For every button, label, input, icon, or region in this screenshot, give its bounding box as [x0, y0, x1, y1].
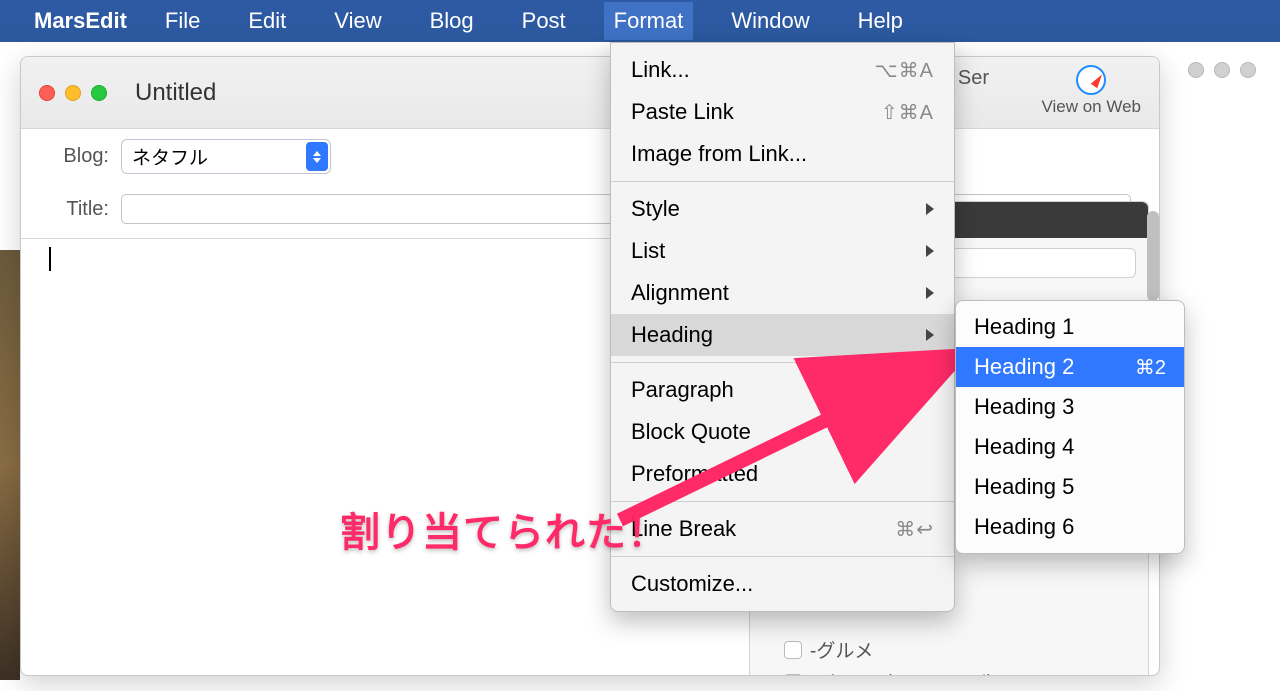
menu-item-label: Heading [631, 322, 713, 348]
shortcut-label: ⌘2 [1135, 355, 1166, 380]
menu-item-label: List [631, 238, 665, 264]
menu-item-label: Image from Link... [631, 141, 807, 167]
bg-traffic-dot[interactable] [1188, 62, 1204, 78]
blog-select-value: ネタフル [132, 148, 208, 169]
menu-view[interactable]: View [324, 2, 391, 40]
menu-post[interactable]: Post [512, 2, 576, 40]
menu-item-label: Paste Link [631, 99, 734, 125]
menu-format[interactable]: Format [604, 2, 694, 40]
toolbar-send-partial: Ser [958, 67, 989, 90]
close-button[interactable] [39, 85, 55, 101]
menu-item-label: Block Quote [631, 419, 751, 445]
window-titlebar: Untitled Ser View on Web [21, 57, 1159, 129]
menu-item-customize[interactable]: Customize... [611, 563, 954, 605]
submenu-item-heading-1[interactable]: Heading 1 [956, 307, 1184, 347]
category-item[interactable]: -グルメ [784, 636, 1136, 663]
app-name[interactable]: MarsEdit [34, 8, 127, 34]
submenu-item-heading-2[interactable]: Heading 2 ⌘2 [956, 347, 1184, 387]
submenu-item-label: Heading 6 [974, 514, 1074, 540]
menu-item-image-from-link[interactable]: Image from Link... [611, 133, 954, 175]
submenu-item-label: Heading 2 [974, 354, 1074, 380]
scrollbar-thumb[interactable] [1147, 211, 1159, 301]
title-label: Title: [49, 198, 109, 221]
menu-item-link[interactable]: Link... ⌥⌘A [611, 49, 954, 91]
menu-item-label: Customize... [631, 571, 753, 597]
menu-blog[interactable]: Blog [420, 2, 484, 40]
compass-icon [1076, 65, 1106, 95]
select-stepper-icon [306, 142, 328, 171]
shortcut-label: ⌥⌘A [875, 58, 934, 83]
bg-traffic-dot[interactable] [1240, 62, 1256, 78]
menu-item-block-quote[interactable]: Block Quote [611, 411, 954, 453]
menu-item-label: Alignment [631, 280, 729, 306]
menu-item-alignment[interactable]: Alignment [611, 272, 954, 314]
background-photo-sliver [0, 250, 20, 680]
minimize-button[interactable] [65, 85, 81, 101]
window-title: Untitled [135, 79, 216, 107]
submenu-item-label: Heading 4 [974, 434, 1074, 460]
menu-item-label: Preformatted [631, 461, 758, 487]
checkbox-icon [784, 674, 802, 677]
annotation-text: 割り当てられた！ [340, 500, 668, 558]
category-label: -グルメ [810, 636, 873, 663]
shortcut-label: ⌘↩ [895, 517, 934, 542]
background-window-traffic-lights [1188, 62, 1256, 78]
submenu-item-label: Heading 3 [974, 394, 1074, 420]
menu-separator [611, 362, 954, 363]
menu-item-paragraph[interactable]: Paragraph [611, 369, 954, 411]
heading-submenu: Heading 1 Heading 2 ⌘2 Heading 3 Heading … [955, 300, 1185, 554]
menu-item-heading[interactable]: Heading [611, 314, 954, 356]
text-caret [49, 247, 51, 271]
checkbox-icon [784, 641, 802, 659]
menu-item-label: Paragraph [631, 377, 734, 403]
submenu-item-label: Heading 5 [974, 474, 1074, 500]
traffic-lights [39, 85, 107, 101]
toolbar-view-on-web[interactable]: View on Web [1041, 65, 1141, 117]
menu-item-label: Style [631, 196, 680, 222]
submenu-item-label: Heading 1 [974, 314, 1074, 340]
menu-help[interactable]: Help [848, 2, 913, 40]
zoom-button[interactable] [91, 85, 107, 101]
toolbar-view-on-web-label: View on Web [1041, 97, 1141, 117]
blog-label: Blog: [49, 145, 109, 168]
bg-traffic-dot[interactable] [1214, 62, 1230, 78]
menu-item-paste-link[interactable]: Paste Link ⇧⌘A [611, 91, 954, 133]
category-item[interactable]: -グルメ（ジャンル別） [784, 669, 1136, 676]
menu-edit[interactable]: Edit [238, 2, 296, 40]
menu-item-list[interactable]: List [611, 230, 954, 272]
menu-item-label: Link... [631, 57, 690, 83]
menu-item-preformatted[interactable]: Preformatted [611, 453, 954, 495]
menu-file[interactable]: File [155, 2, 210, 40]
submenu-item-heading-3[interactable]: Heading 3 [956, 387, 1184, 427]
macos-menubar: MarsEdit File Edit View Blog Post Format… [0, 0, 1280, 42]
category-label: -グルメ（ジャンル別） [810, 669, 1005, 676]
menu-separator [611, 181, 954, 182]
submenu-item-heading-4[interactable]: Heading 4 [956, 427, 1184, 467]
menu-window[interactable]: Window [721, 2, 819, 40]
submenu-item-heading-6[interactable]: Heading 6 [956, 507, 1184, 547]
shortcut-label: ⇧⌘A [881, 100, 934, 125]
blog-row: Blog: ネタフル [21, 129, 1159, 184]
submenu-item-heading-5[interactable]: Heading 5 [956, 467, 1184, 507]
menu-item-style[interactable]: Style [611, 188, 954, 230]
blog-select[interactable]: ネタフル [121, 139, 331, 174]
